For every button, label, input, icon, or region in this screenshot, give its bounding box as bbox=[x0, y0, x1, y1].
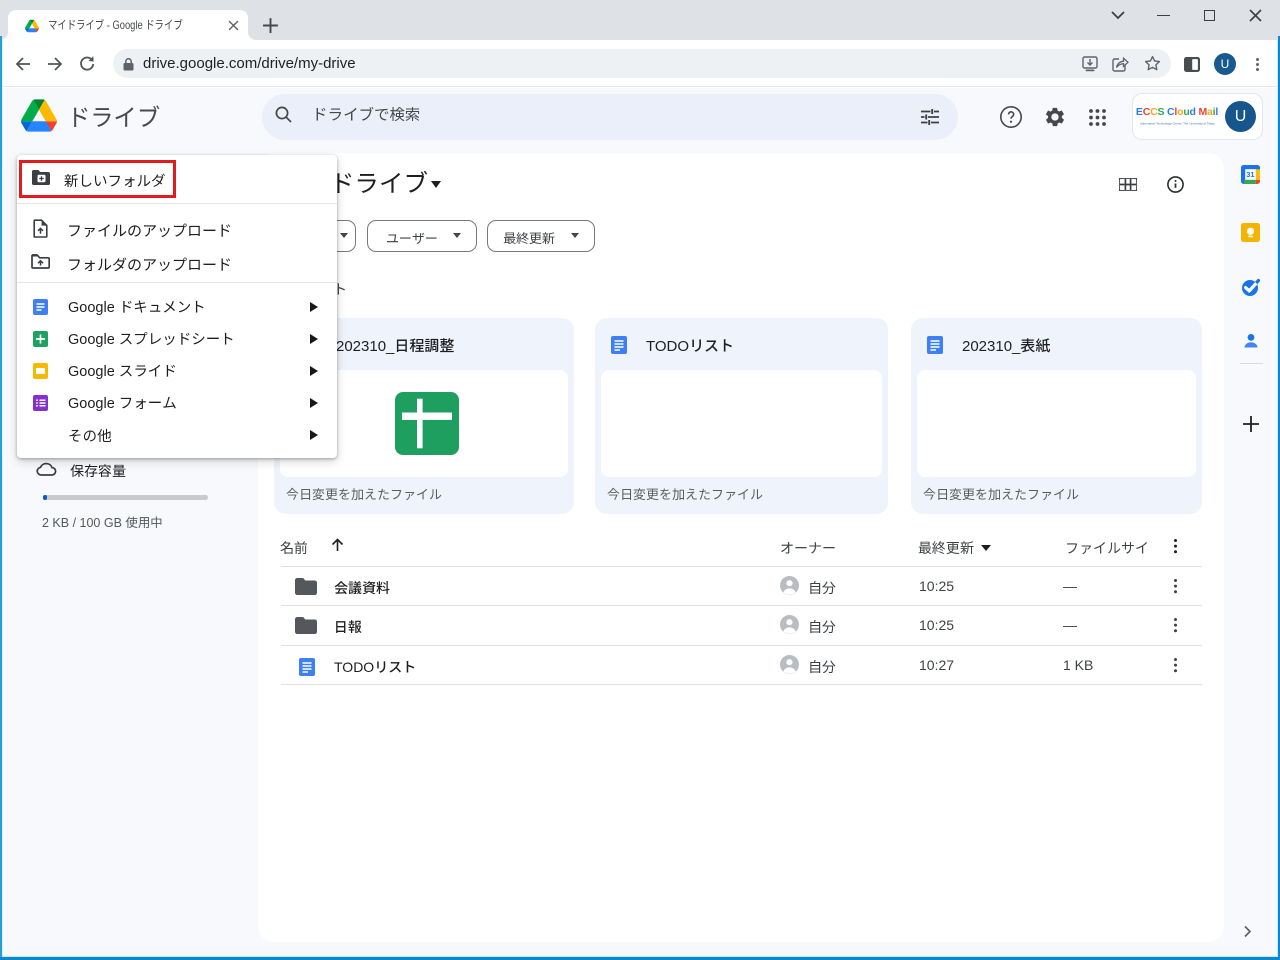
svg-text:31: 31 bbox=[1246, 170, 1254, 179]
